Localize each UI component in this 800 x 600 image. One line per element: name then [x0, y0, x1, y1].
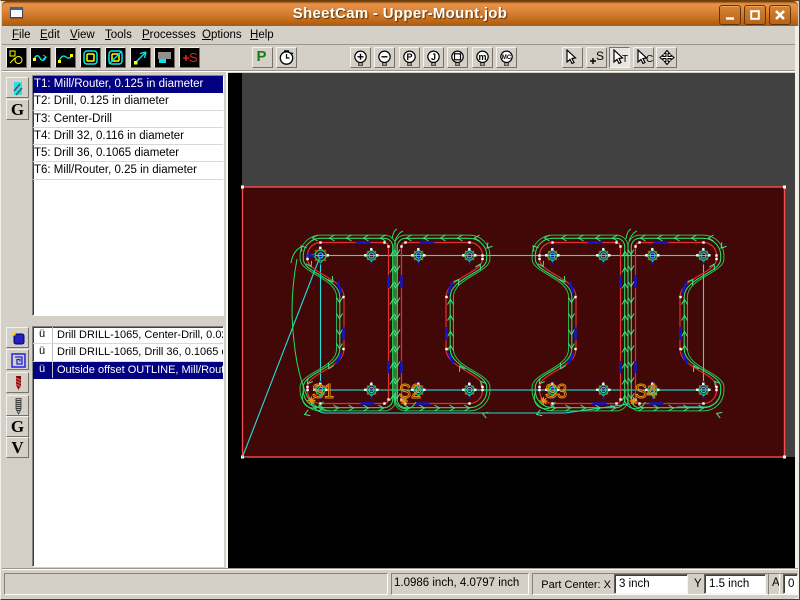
- svg-text:J: J: [431, 52, 436, 62]
- svg-text:C: C: [646, 54, 653, 65]
- svg-text:m: m: [478, 52, 486, 62]
- svg-text:T: T: [622, 54, 628, 65]
- svg-text:S2: S2: [399, 381, 421, 403]
- svg-text:MC: MC: [502, 55, 512, 61]
- svg-text:S: S: [596, 49, 604, 63]
- svg-text:S: S: [189, 50, 198, 65]
- svg-text:P: P: [406, 52, 412, 62]
- svg-text:S3: S3: [545, 381, 567, 403]
- svg-text:S1: S1: [312, 381, 334, 403]
- svg-text:S4: S4: [635, 381, 657, 403]
